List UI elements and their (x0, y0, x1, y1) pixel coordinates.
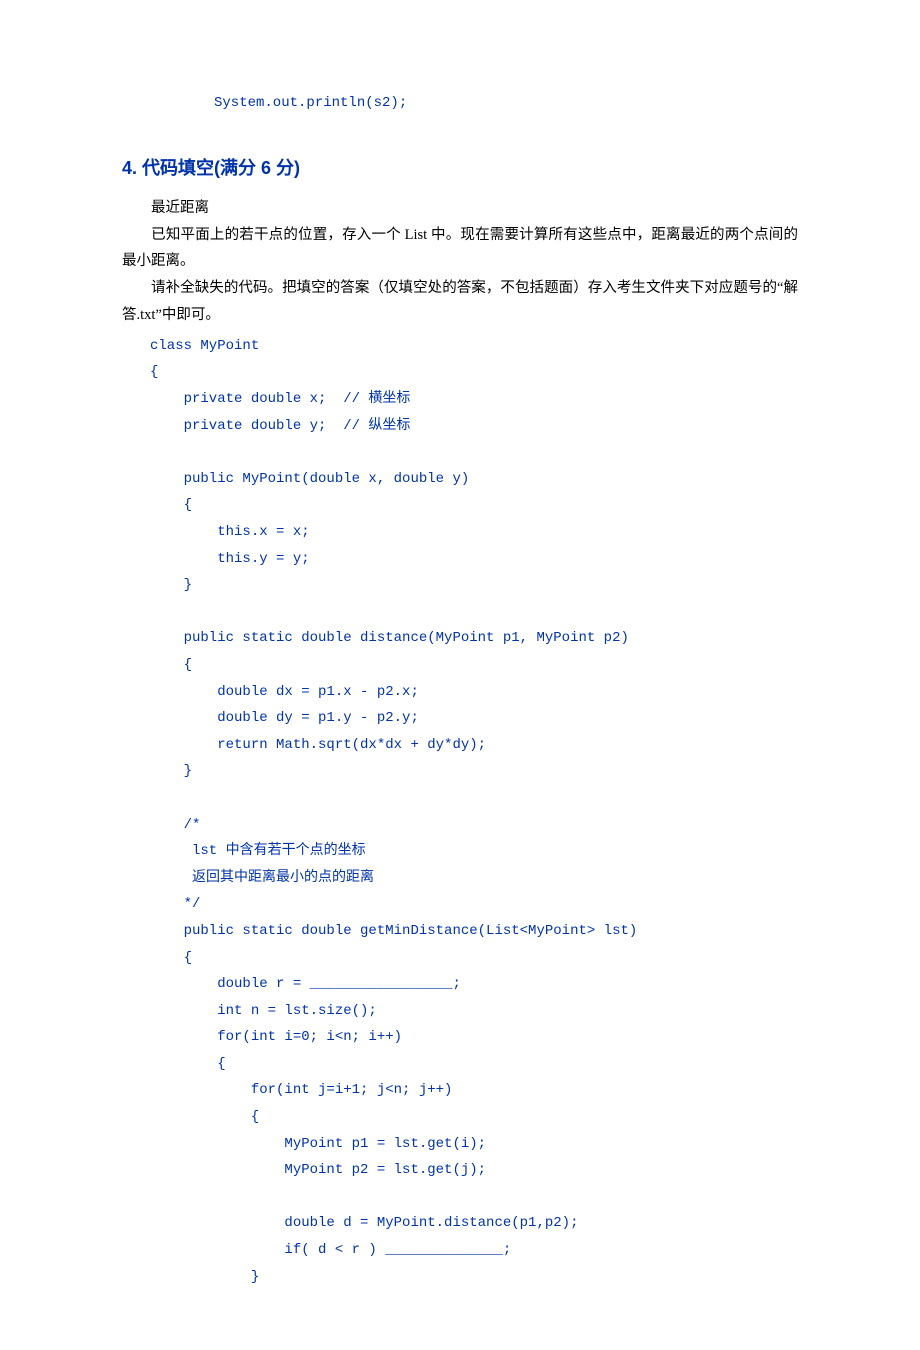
problem-subtitle: 最近距离 (151, 200, 209, 216)
problem-paragraph-1: 已知平面上的若干点的位置，存入一个 List 中。现在需要计算所有这些点中，距离… (122, 227, 798, 270)
problem-paragraph-2: 请补全缺失的代码。把填空的答案（仅填空处的答案，不包括题面）存入考生文件夹下对应… (122, 280, 798, 323)
top-code-fragment: System.out.println(s2); (122, 90, 798, 117)
section-heading: 4. 代码填空(满分 6 分) (122, 151, 798, 185)
code-block: class MyPoint { private double x; // 横坐标… (122, 333, 798, 1290)
problem-description: 最近距离 已知平面上的若干点的位置，存入一个 List 中。现在需要计算所有这些… (122, 195, 798, 329)
document-page: System.out.println(s2); 4. 代码填空(满分 6 分) … (0, 0, 920, 1350)
